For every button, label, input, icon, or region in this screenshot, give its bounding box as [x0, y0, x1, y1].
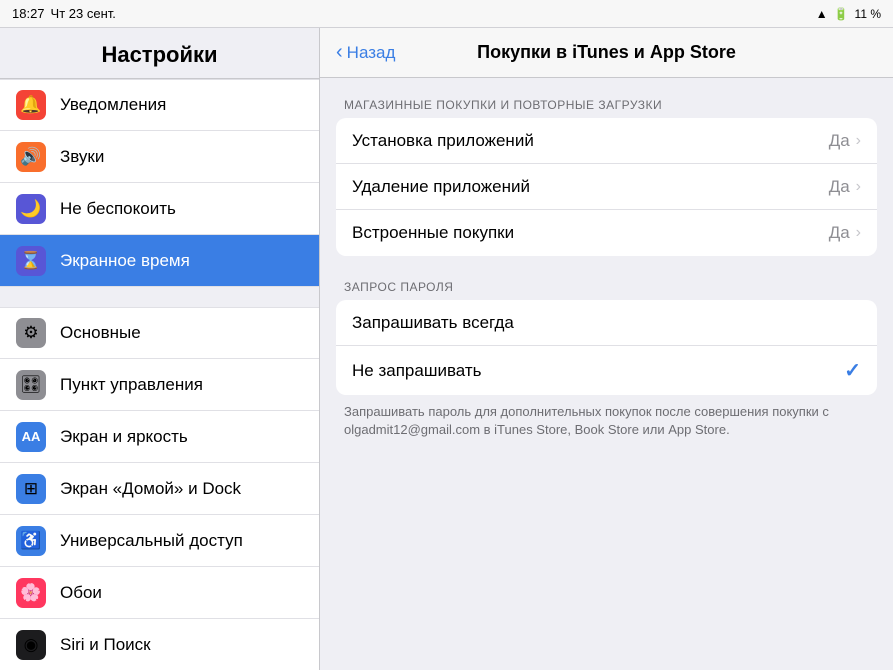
dnd-icon: 🌙: [16, 194, 46, 224]
display-icon: AA: [16, 422, 46, 452]
sidebar-item-label: Экран «Домой» и Dock: [60, 479, 241, 499]
main-layout: Настройки 🔔 Уведомления 🔊 Звуки 🌙 Не бес…: [0, 28, 893, 670]
password-row-never[interactable]: Не запрашивать ✓: [336, 346, 877, 395]
status-right: ▲ 🔋 11 %: [816, 7, 881, 21]
store-row-delete-label: Удаление приложений: [352, 177, 829, 197]
sidebar-item-label: Пункт управления: [60, 375, 203, 395]
password-section-header: ЗАПРОС ПАРОЛЯ: [336, 280, 877, 300]
notifications-icon: 🔔: [16, 90, 46, 120]
store-section: МАГАЗИННЫЕ ПОКУПКИ И ПОВТОРНЫЕ ЗАГРУЗКИ …: [336, 98, 877, 256]
password-section: ЗАПРОС ПАРОЛЯ Запрашивать всегда Не запр…: [336, 280, 877, 439]
sidebar-item-home-screen[interactable]: ⊞ Экран «Домой» и Dock: [0, 463, 319, 515]
sidebar-item-label: Уведомления: [60, 95, 166, 115]
battery-icon: 🔋: [834, 7, 849, 21]
sidebar-item-label: Экран и яркость: [60, 427, 188, 447]
status-left: 18:27 Чт 23 сент.: [12, 6, 116, 21]
store-row-inapp-value: Да: [829, 223, 850, 243]
home-screen-icon: ⊞: [16, 474, 46, 504]
sidebar-gap-1: [0, 287, 319, 307]
right-panel: ‹ Назад Покупки в iTunes и App Store МАГ…: [320, 28, 893, 670]
back-label: Назад: [347, 43, 396, 63]
date: Чт 23 сент.: [51, 6, 116, 21]
general-icon: ⚙: [16, 318, 46, 348]
time: 18:27: [12, 6, 45, 21]
password-note: Запрашивать пароль для дополнительных по…: [336, 395, 877, 439]
sidebar-item-accessibility[interactable]: ♿ Универсальный доступ: [0, 515, 319, 567]
battery-level: 11 %: [855, 7, 881, 21]
sidebar-item-label: Обои: [60, 583, 102, 603]
right-panel-title: Покупки в iTunes и App Store: [477, 42, 736, 63]
store-section-header: МАГАЗИННЫЕ ПОКУПКИ И ПОВТОРНЫЕ ЗАГРУЗКИ: [336, 98, 877, 118]
sidebar-title: Настройки: [0, 28, 319, 79]
chevron-icon: ›: [856, 132, 861, 150]
sidebar-item-label: Не беспокоить: [60, 199, 176, 219]
right-header: ‹ Назад Покупки в iTunes и App Store: [320, 28, 893, 78]
sidebar-item-label: Универсальный доступ: [60, 531, 243, 551]
siri-icon: ◉: [16, 630, 46, 660]
password-section-body: Запрашивать всегда Не запрашивать ✓: [336, 300, 877, 395]
sidebar-item-control-center[interactable]: 🎛 Пункт управления: [0, 359, 319, 411]
password-always-label: Запрашивать всегда: [352, 313, 861, 333]
wallpaper-icon: 🌸: [16, 578, 46, 608]
back-button[interactable]: ‹ Назад: [336, 41, 395, 64]
sidebar-item-label: Siri и Поиск: [60, 635, 151, 655]
store-row-install-value: Да: [829, 131, 850, 151]
sidebar-item-general[interactable]: ⚙ Основные: [0, 307, 319, 359]
sidebar-item-siri[interactable]: ◉ Siri и Поиск: [0, 619, 319, 670]
checkmark-icon: ✓: [844, 358, 861, 383]
chevron-icon: ›: [856, 224, 861, 242]
sidebar-item-dnd[interactable]: 🌙 Не беспокоить: [0, 183, 319, 235]
chevron-icon: ›: [856, 178, 861, 196]
store-section-body: Установка приложений Да › Удаление прило…: [336, 118, 877, 256]
back-chevron-icon: ‹: [336, 41, 343, 64]
status-bar: 18:27 Чт 23 сент. ▲ 🔋 11 %: [0, 0, 893, 28]
sidebar-item-notifications[interactable]: 🔔 Уведомления: [0, 79, 319, 131]
store-row-delete-value: Да: [829, 177, 850, 197]
store-row-install[interactable]: Установка приложений Да ›: [336, 118, 877, 164]
sidebar: Настройки 🔔 Уведомления 🔊 Звуки 🌙 Не бес…: [0, 28, 320, 670]
sidebar-item-label: Экранное время: [60, 251, 190, 271]
store-row-install-label: Установка приложений: [352, 131, 829, 151]
sidebar-item-screen-time[interactable]: ⌛ Экранное время: [0, 235, 319, 287]
store-row-inapp[interactable]: Встроенные покупки Да ›: [336, 210, 877, 256]
sidebar-group-2: ⚙ Основные 🎛 Пункт управления AA Экран и…: [0, 307, 319, 670]
screen-time-icon: ⌛: [16, 246, 46, 276]
sidebar-item-sounds[interactable]: 🔊 Звуки: [0, 131, 319, 183]
sidebar-item-label: Основные: [60, 323, 141, 343]
wifi-icon: ▲: [816, 7, 828, 21]
store-row-delete[interactable]: Удаление приложений Да ›: [336, 164, 877, 210]
password-row-always[interactable]: Запрашивать всегда: [336, 300, 877, 346]
sidebar-item-wallpaper[interactable]: 🌸 Обои: [0, 567, 319, 619]
sidebar-item-display[interactable]: AA Экран и яркость: [0, 411, 319, 463]
password-never-label: Не запрашивать: [352, 361, 844, 381]
store-row-inapp-label: Встроенные покупки: [352, 223, 829, 243]
sidebar-item-label: Звуки: [60, 147, 104, 167]
control-center-icon: 🎛: [16, 370, 46, 400]
sounds-icon: 🔊: [16, 142, 46, 172]
accessibility-icon: ♿: [16, 526, 46, 556]
sidebar-group-1: 🔔 Уведомления 🔊 Звуки 🌙 Не беспокоить ⌛ …: [0, 79, 319, 287]
